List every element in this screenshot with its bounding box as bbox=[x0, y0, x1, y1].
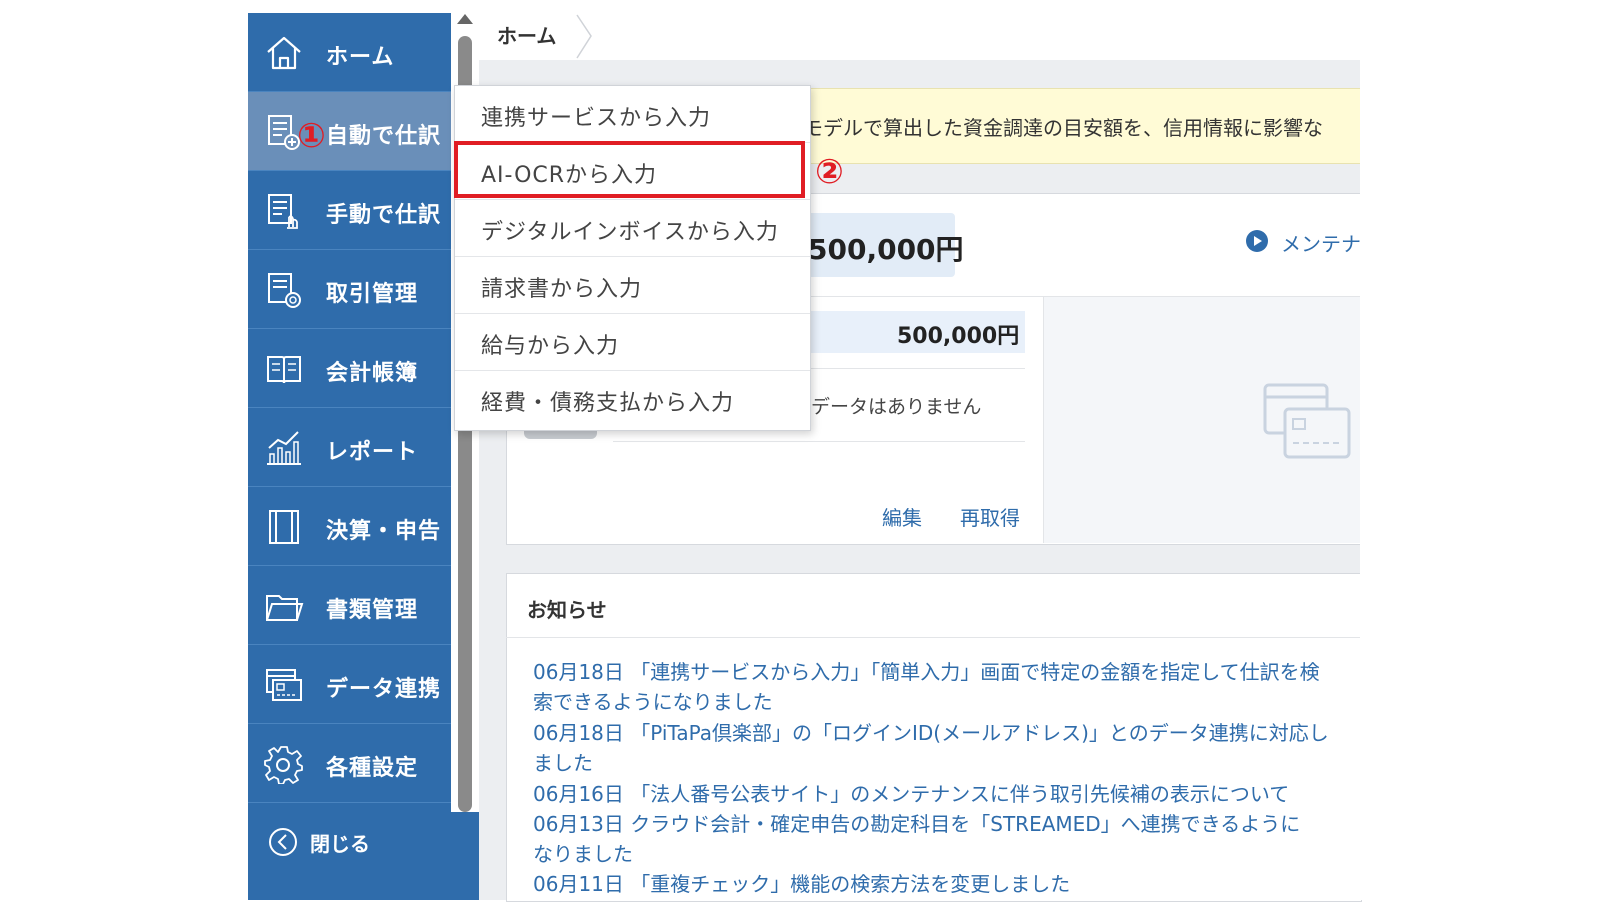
sidebar-item-label: 会計帳簿 bbox=[326, 361, 419, 386]
divider bbox=[1043, 297, 1044, 543]
maintenance-link[interactable]: メンテナ bbox=[1281, 228, 1361, 257]
sidebar-item-label: ホーム bbox=[326, 45, 395, 70]
menu-item-expense[interactable]: 経費・債務支払から入力 bbox=[455, 371, 810, 428]
news-item[interactable]: 06月18日 「PiTaPa倶楽部」の「ログインID(メールアドレス)」とのデー… bbox=[533, 717, 1329, 746]
news-item[interactable]: 06月11日 「重複チェック」機能の検索方法を変更しました bbox=[533, 868, 1070, 897]
data-link-icon bbox=[264, 665, 304, 705]
sidebar-close-label: 閉じる bbox=[310, 832, 370, 856]
folder-icon bbox=[264, 586, 304, 626]
sidebar-item-label: 書類管理 bbox=[326, 598, 419, 623]
menu-item-digital-invoice[interactable]: デジタルインボイスから入力 bbox=[455, 200, 810, 257]
breadcrumb-separator-icon bbox=[576, 14, 592, 59]
news-item[interactable]: 06月18日 「連携サービスから入力」「簡単入力」画面で特定の金額を指定して仕訳… bbox=[533, 656, 1320, 685]
sidebar-item-report[interactable]: レポート bbox=[248, 408, 451, 487]
sidebar-footer bbox=[248, 870, 479, 900]
sidebar-item-ledger[interactable]: 会計帳簿 bbox=[248, 329, 451, 408]
sidebar-item-auto-journal[interactable]: 自動で仕訳 bbox=[248, 92, 451, 171]
news-item[interactable]: 索できるようになりました bbox=[533, 686, 773, 715]
divider bbox=[613, 441, 1025, 442]
sidebar-item-settlement[interactable]: 決算・申告 bbox=[248, 487, 451, 566]
sidebar-item-label: レポート bbox=[326, 440, 419, 465]
manual-journal-icon bbox=[264, 191, 304, 231]
sidebar-item-label: 自動で仕訳 bbox=[326, 124, 442, 149]
auto-journal-submenu: 連携サービスから入力 AI-OCRから入力 デジタルインボイスから入力 請求書か… bbox=[454, 85, 811, 431]
refresh-link[interactable]: 再取得 bbox=[960, 502, 1020, 531]
sidebar-item-transactions[interactable]: 取引管理 bbox=[248, 250, 451, 329]
sidebar-item-documents[interactable]: 書類管理 bbox=[248, 566, 451, 645]
news-item[interactable]: なりました bbox=[533, 838, 633, 867]
breadcrumb-home[interactable]: ホーム bbox=[497, 20, 556, 49]
funding-amount: 500,000円 bbox=[808, 233, 964, 266]
sidebar-close-button[interactable]: 閉じる bbox=[248, 812, 479, 871]
sidebar-item-label: データ連携 bbox=[326, 677, 442, 702]
step-marker-1: ① bbox=[297, 116, 326, 156]
breadcrumb bbox=[479, 13, 1360, 60]
home-icon bbox=[264, 33, 304, 73]
menu-item-payroll[interactable]: 給与から入力 bbox=[455, 314, 810, 371]
menu-item-label: デジタルインボイスから入力 bbox=[481, 220, 779, 245]
menu-item-label: 請求書から入力 bbox=[481, 277, 643, 302]
notice-text[interactable]: モデルで算出した資金調達の目安額を、信用情報に影響な bbox=[803, 112, 1323, 141]
news-item[interactable]: ました bbox=[533, 747, 593, 776]
scroll-up-arrow-icon[interactable] bbox=[457, 14, 473, 24]
sidebar-item-settings[interactable]: 各種設定 bbox=[248, 724, 451, 803]
sidebar: ホーム 自動で仕訳 手動で仕訳 取引管理 会計帳簿 レポート 決算・申告 書類管… bbox=[248, 13, 451, 900]
sidebar-item-label: 各種設定 bbox=[326, 756, 419, 781]
sidebar-item-label: 決算・申告 bbox=[326, 519, 442, 544]
account-amount: 500,000円 bbox=[897, 324, 1020, 349]
menu-item-label: 経費・債務支払から入力 bbox=[481, 391, 735, 416]
menu-item-label: 給与から入力 bbox=[481, 334, 620, 359]
news-title: お知らせ bbox=[527, 598, 607, 622]
menu-item-label: 連携サービスから入力 bbox=[481, 106, 712, 131]
report-chart-icon bbox=[264, 428, 304, 468]
menu-item-invoice[interactable]: 請求書から入力 bbox=[455, 257, 810, 314]
divider bbox=[506, 637, 1360, 638]
edit-link[interactable]: 編集 bbox=[882, 502, 922, 531]
sidebar-item-manual-journal[interactable]: 手動で仕訳 bbox=[248, 171, 451, 250]
sidebar-item-data-link[interactable]: データ連携 bbox=[248, 645, 451, 724]
news-item[interactable]: 06月13日 クラウド会計・確定申告の勘定科目を「STREAMED」へ連携できる… bbox=[533, 808, 1300, 837]
news-item[interactable]: 06月16日 「法人番号公表サイト」のメンテナンスに伴う取引先候補の表示について bbox=[533, 778, 1289, 807]
transaction-icon bbox=[264, 270, 304, 310]
step-marker-2: ② bbox=[815, 152, 844, 192]
play-circle-icon[interactable] bbox=[1245, 229, 1269, 253]
no-data-message: データはありません bbox=[811, 396, 982, 418]
sidebar-item-label: 取引管理 bbox=[326, 282, 419, 307]
credit-card-icon bbox=[1263, 383, 1351, 459]
menu-item-linked-service[interactable]: 連携サービスから入力 bbox=[455, 86, 810, 143]
chevron-left-circle-icon bbox=[269, 828, 297, 856]
viewport-edge bbox=[1360, 0, 1600, 900]
settlement-icon bbox=[264, 507, 304, 547]
sidebar-item-label: 手動で仕訳 bbox=[326, 203, 442, 228]
gear-icon bbox=[264, 744, 304, 785]
ledger-book-icon bbox=[264, 349, 304, 389]
sidebar-item-home[interactable]: ホーム bbox=[248, 13, 451, 92]
highlight-box bbox=[454, 141, 805, 198]
